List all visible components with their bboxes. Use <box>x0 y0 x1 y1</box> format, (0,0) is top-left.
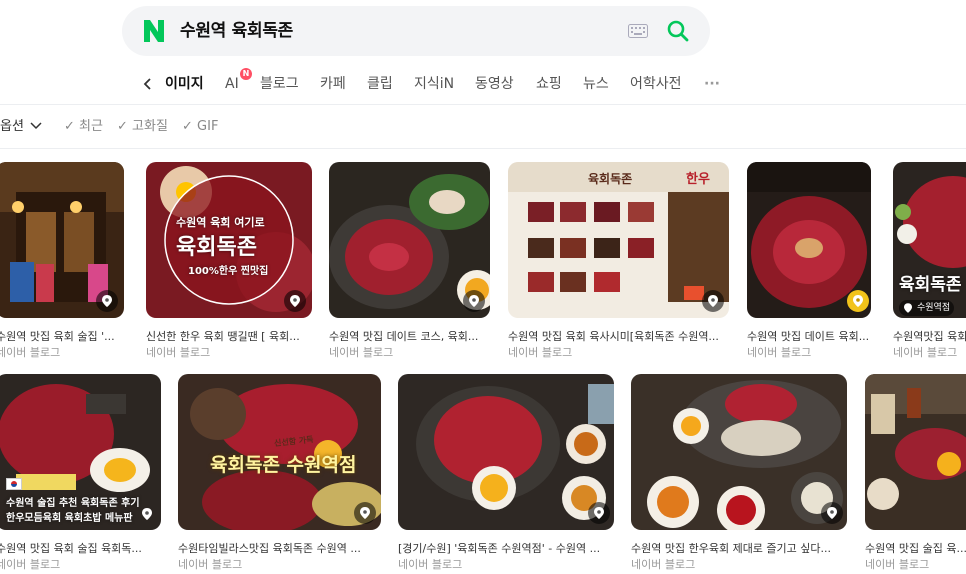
tab-ai[interactable]: AI <box>225 70 239 98</box>
result-source[interactable]: 네이버 블로그 <box>398 556 462 572</box>
result-source[interactable]: 네이버 블로그 <box>631 556 695 572</box>
filter-hd-label: 고화질 <box>132 119 168 134</box>
location-pin-icon <box>821 502 843 524</box>
tab-image[interactable]: 이미지 <box>165 70 204 98</box>
check-icon: ✓ <box>64 119 75 134</box>
result-title[interactable]: 수원역 맛집 육회 술집 육회독... <box>0 540 161 556</box>
location-pin-icon <box>354 502 376 524</box>
result-thumbnail[interactable]: 육회독존 수원역점 신선함 가득 <box>178 374 381 530</box>
filter-recent-label: 최근 <box>79 119 103 134</box>
promo-line1: 수원역 육회 여기로 <box>176 216 265 229</box>
result-thumbnail[interactable] <box>865 374 966 530</box>
promo-line3: 100%한우 찐맛집 <box>188 266 269 277</box>
result-thumbnail[interactable]: 수원역 육회 여기로 육회독존 100%한우 찐맛집 <box>146 162 312 318</box>
chevron-left-icon[interactable] <box>143 77 153 91</box>
tab-kin[interactable]: 지식iN <box>414 70 454 98</box>
yukhoe-plate-image <box>398 374 614 530</box>
divider <box>0 148 966 149</box>
search-bar[interactable]: 수원역 육회독존 <box>122 6 710 56</box>
result-thumbnail[interactable]: 육회독존 한우 <box>508 162 729 318</box>
result-title[interactable]: 수원역 맛집 데이트 코스, 육회... <box>329 328 490 344</box>
keyboard-icon[interactable] <box>628 24 648 38</box>
naver-logo-icon[interactable] <box>142 18 166 44</box>
location-pin-icon <box>142 508 152 520</box>
more-tabs-button[interactable]: ··· <box>704 70 720 98</box>
menu-brand: 한우 <box>686 172 710 187</box>
filter-gif-label: GIF <box>197 119 219 134</box>
overlay-line1: 육회독존 <box>899 275 962 295</box>
result-source[interactable]: 네이버 블로그 <box>0 344 60 360</box>
tab-news[interactable]: 뉴스 <box>583 70 609 98</box>
options-dropdown[interactable]: 옵션 <box>0 116 42 138</box>
result-title[interactable]: 수원역 맛집 데이트 육회... <box>747 328 871 344</box>
result-source[interactable]: 네이버 블로그 <box>329 344 393 360</box>
chevron-down-icon <box>30 122 42 130</box>
result-thumbnail[interactable]: 육회독존 수원역점 <box>893 162 966 318</box>
result-title[interactable]: 수원역 맛집 한우육회 제대로 즐기고 싶다... <box>631 540 847 556</box>
result-source[interactable]: 네이버 블로그 <box>865 556 929 572</box>
korean-flag-icon <box>6 478 22 490</box>
result-source[interactable]: 네이버 블로그 <box>178 556 242 572</box>
result-title[interactable]: 신선한 한우 육회 땡길땐 [ 육회... <box>146 328 312 344</box>
tab-dictionary[interactable]: 어학사전 <box>630 70 682 98</box>
result-thumbnail[interactable] <box>631 374 847 530</box>
location-pin-icon <box>588 502 610 524</box>
location-pin-icon <box>702 290 724 312</box>
result-thumbnail[interactable]: 수원역 술집 추천 육회독존 후기 한우모듬육회 육회초밥 메뉴판 <box>0 374 161 530</box>
result-thumbnail[interactable] <box>0 162 124 318</box>
ai-new-badge: N <box>240 68 252 80</box>
filter-hd[interactable]: ✓ 고화질 <box>117 116 168 138</box>
tab-clip[interactable]: 클립 <box>367 70 393 98</box>
result-source[interactable]: 네이버 블로그 <box>146 344 210 360</box>
filter-recent[interactable]: ✓ 최근 <box>64 116 103 138</box>
overlay-line1: 육회독존 수원역점 <box>210 454 357 476</box>
overlay-line2: 한우모듬육회 육회초밥 메뉴판 <box>6 513 133 524</box>
location-pin-icon <box>847 290 869 312</box>
result-source[interactable]: 네이버 블로그 <box>508 344 572 360</box>
check-icon: ✓ <box>117 119 128 134</box>
result-thumbnail[interactable] <box>329 162 490 318</box>
tab-video[interactable]: 동영상 <box>475 70 514 98</box>
overlay-line1: 수원역 술집 추천 육회독존 후기 <box>6 498 140 509</box>
result-thumbnail[interactable] <box>398 374 614 530</box>
tab-shopping[interactable]: 쇼핑 <box>536 70 562 98</box>
location-pin-icon <box>904 303 912 313</box>
tab-blog[interactable]: 블로그 <box>260 70 299 98</box>
result-title[interactable]: 수원역 맛집 육회 육사시미[육회독존 수원역... <box>508 328 729 344</box>
options-label: 옵션 <box>0 119 24 134</box>
location-chip-label: 수원역점 <box>917 303 951 313</box>
result-title[interactable]: 수원역 맛집 술집 육... <box>865 540 966 556</box>
result-title[interactable]: 수원역 맛집 육회 술집 '... <box>0 328 124 344</box>
divider <box>0 104 966 105</box>
search-icon[interactable] <box>666 19 690 43</box>
result-source[interactable]: 네이버 블로그 <box>0 556 60 572</box>
yukhoe-plate-image <box>631 374 847 530</box>
location-pin-icon <box>96 290 118 312</box>
location-pin-icon <box>284 290 306 312</box>
result-source[interactable]: 네이버 블로그 <box>747 344 811 360</box>
result-title[interactable]: 수원타임빌라스맛집 육회독존 수원역 ... <box>178 540 381 556</box>
result-thumbnail[interactable] <box>747 162 871 318</box>
result-title[interactable]: 수원역맛집 육회... <box>893 328 966 344</box>
promo-line2: 육회독존 <box>176 235 257 260</box>
result-source[interactable]: 네이버 블로그 <box>893 344 957 360</box>
search-input[interactable]: 수원역 육회독존 <box>180 6 293 56</box>
location-pin-icon <box>463 290 485 312</box>
tab-cafe[interactable]: 카페 <box>320 70 346 98</box>
check-icon: ✓ <box>182 119 193 134</box>
menu-title: 육회독존 <box>588 172 633 186</box>
result-title[interactable]: [경기/수원] '육회독존 수원역점' - 수원역 ... <box>398 540 614 556</box>
filter-gif[interactable]: ✓ GIF <box>182 116 218 138</box>
restaurant-table-image <box>865 374 966 530</box>
